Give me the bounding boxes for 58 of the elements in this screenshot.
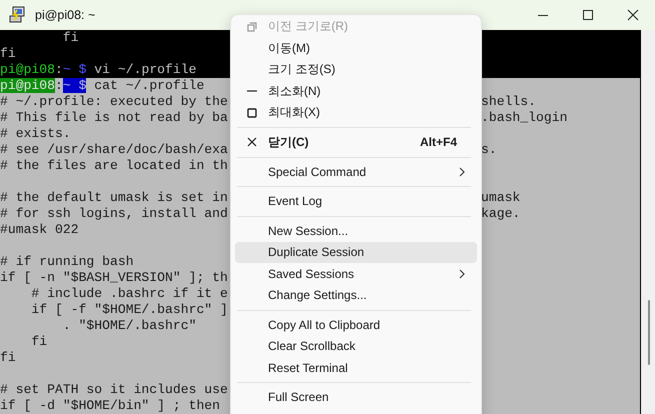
terminal-line: # ~/.profile: executed by the (0, 94, 228, 110)
close-icon (626, 9, 638, 21)
terminal-line: kage. (481, 206, 520, 222)
maximize-icon (582, 9, 594, 21)
terminal-line: # if running bash (0, 254, 134, 270)
chevron-icon (459, 166, 465, 177)
minimize-icon (246, 90, 256, 92)
terminal-line: # the files are located in th (0, 158, 228, 174)
terminal-line: # set PATH so it includes use (0, 382, 228, 398)
close-icon (246, 137, 256, 148)
menu-item[interactable]: Full Screen (235, 386, 477, 408)
menu-item[interactable]: Event Log (235, 190, 477, 212)
terminal-line: s. (481, 142, 497, 158)
terminal-line: .bash_login (481, 110, 568, 126)
menu-item[interactable]: 최대화(X) (235, 102, 477, 124)
computer-icon (8, 6, 26, 24)
terminal-line: if [ -f "$HOME/.bashrc" ] (30, 302, 228, 318)
menu-item[interactable]: 크기 조정(S) (235, 59, 477, 80)
menu-item[interactable]: Copy All to Clipboard (235, 314, 477, 336)
command-text: vi ~/.profile (93, 62, 196, 77)
terminal-line: fi (0, 46, 16, 62)
window-title: pi@pi08: ~ (35, 8, 96, 22)
terminal-line: fi (0, 350, 16, 366)
terminal-line: # for ssh logins, install and (0, 206, 228, 222)
terminal-line: if [ -n "$BASH_VERSION" ]; th (0, 270, 228, 286)
chevron-icon (459, 268, 465, 279)
menu-item[interactable]: 닫기(C) Alt+F4 (235, 132, 477, 153)
prompt-user: pi@pi08 (0, 62, 56, 77)
menu-item[interactable]: Reset Terminal (235, 357, 477, 378)
menu-item[interactable]: Change Settings... (235, 284, 477, 306)
terminal-line: shells. (481, 94, 536, 110)
terminal-line: fi (30, 334, 48, 350)
maximize-icon (246, 108, 256, 118)
scrollbar-thumb[interactable] (648, 300, 650, 365)
terminal-line: # include .bashrc if it e (30, 286, 228, 302)
command-text: cat ~/.profile (93, 78, 204, 93)
menu-item[interactable]: Special Command (235, 161, 477, 182)
prompt-user: pi@pi08 (0, 78, 56, 93)
prompt-path: ~ $ (62, 78, 86, 93)
terminal-line: #umask 022 (0, 222, 79, 238)
terminal-line: if [ -d "$HOME/bin" ] ; then (0, 398, 220, 414)
terminal-line: . "$HOME/.bashrc" (62, 318, 196, 334)
terminal-line: # exists. (0, 126, 71, 142)
terminal-line: # the default umask is set in (0, 190, 228, 206)
menu-item[interactable]: Saved Sessions (235, 263, 477, 284)
terminal-line: fi (62, 30, 79, 46)
menu-item[interactable]: 최소화(N) (235, 80, 477, 102)
menu-item[interactable]: 이동(M) (235, 38, 477, 59)
prompt-path: ~ $ (62, 62, 86, 77)
terminal-line: # This file is not read by ba (0, 110, 228, 126)
terminal-line: # see /usr/share/doc/bash/exa (0, 142, 228, 158)
terminal-line: umask (481, 190, 520, 206)
prompt-separator: : (55, 62, 63, 77)
menu-item[interactable]: Duplicate Session (235, 242, 477, 263)
restore-icon (246, 22, 256, 32)
prompt-separator: : (55, 78, 63, 93)
menu-item[interactable]: Clear Scrollback (235, 336, 477, 357)
menu-item[interactable]: New Session... (235, 220, 477, 242)
